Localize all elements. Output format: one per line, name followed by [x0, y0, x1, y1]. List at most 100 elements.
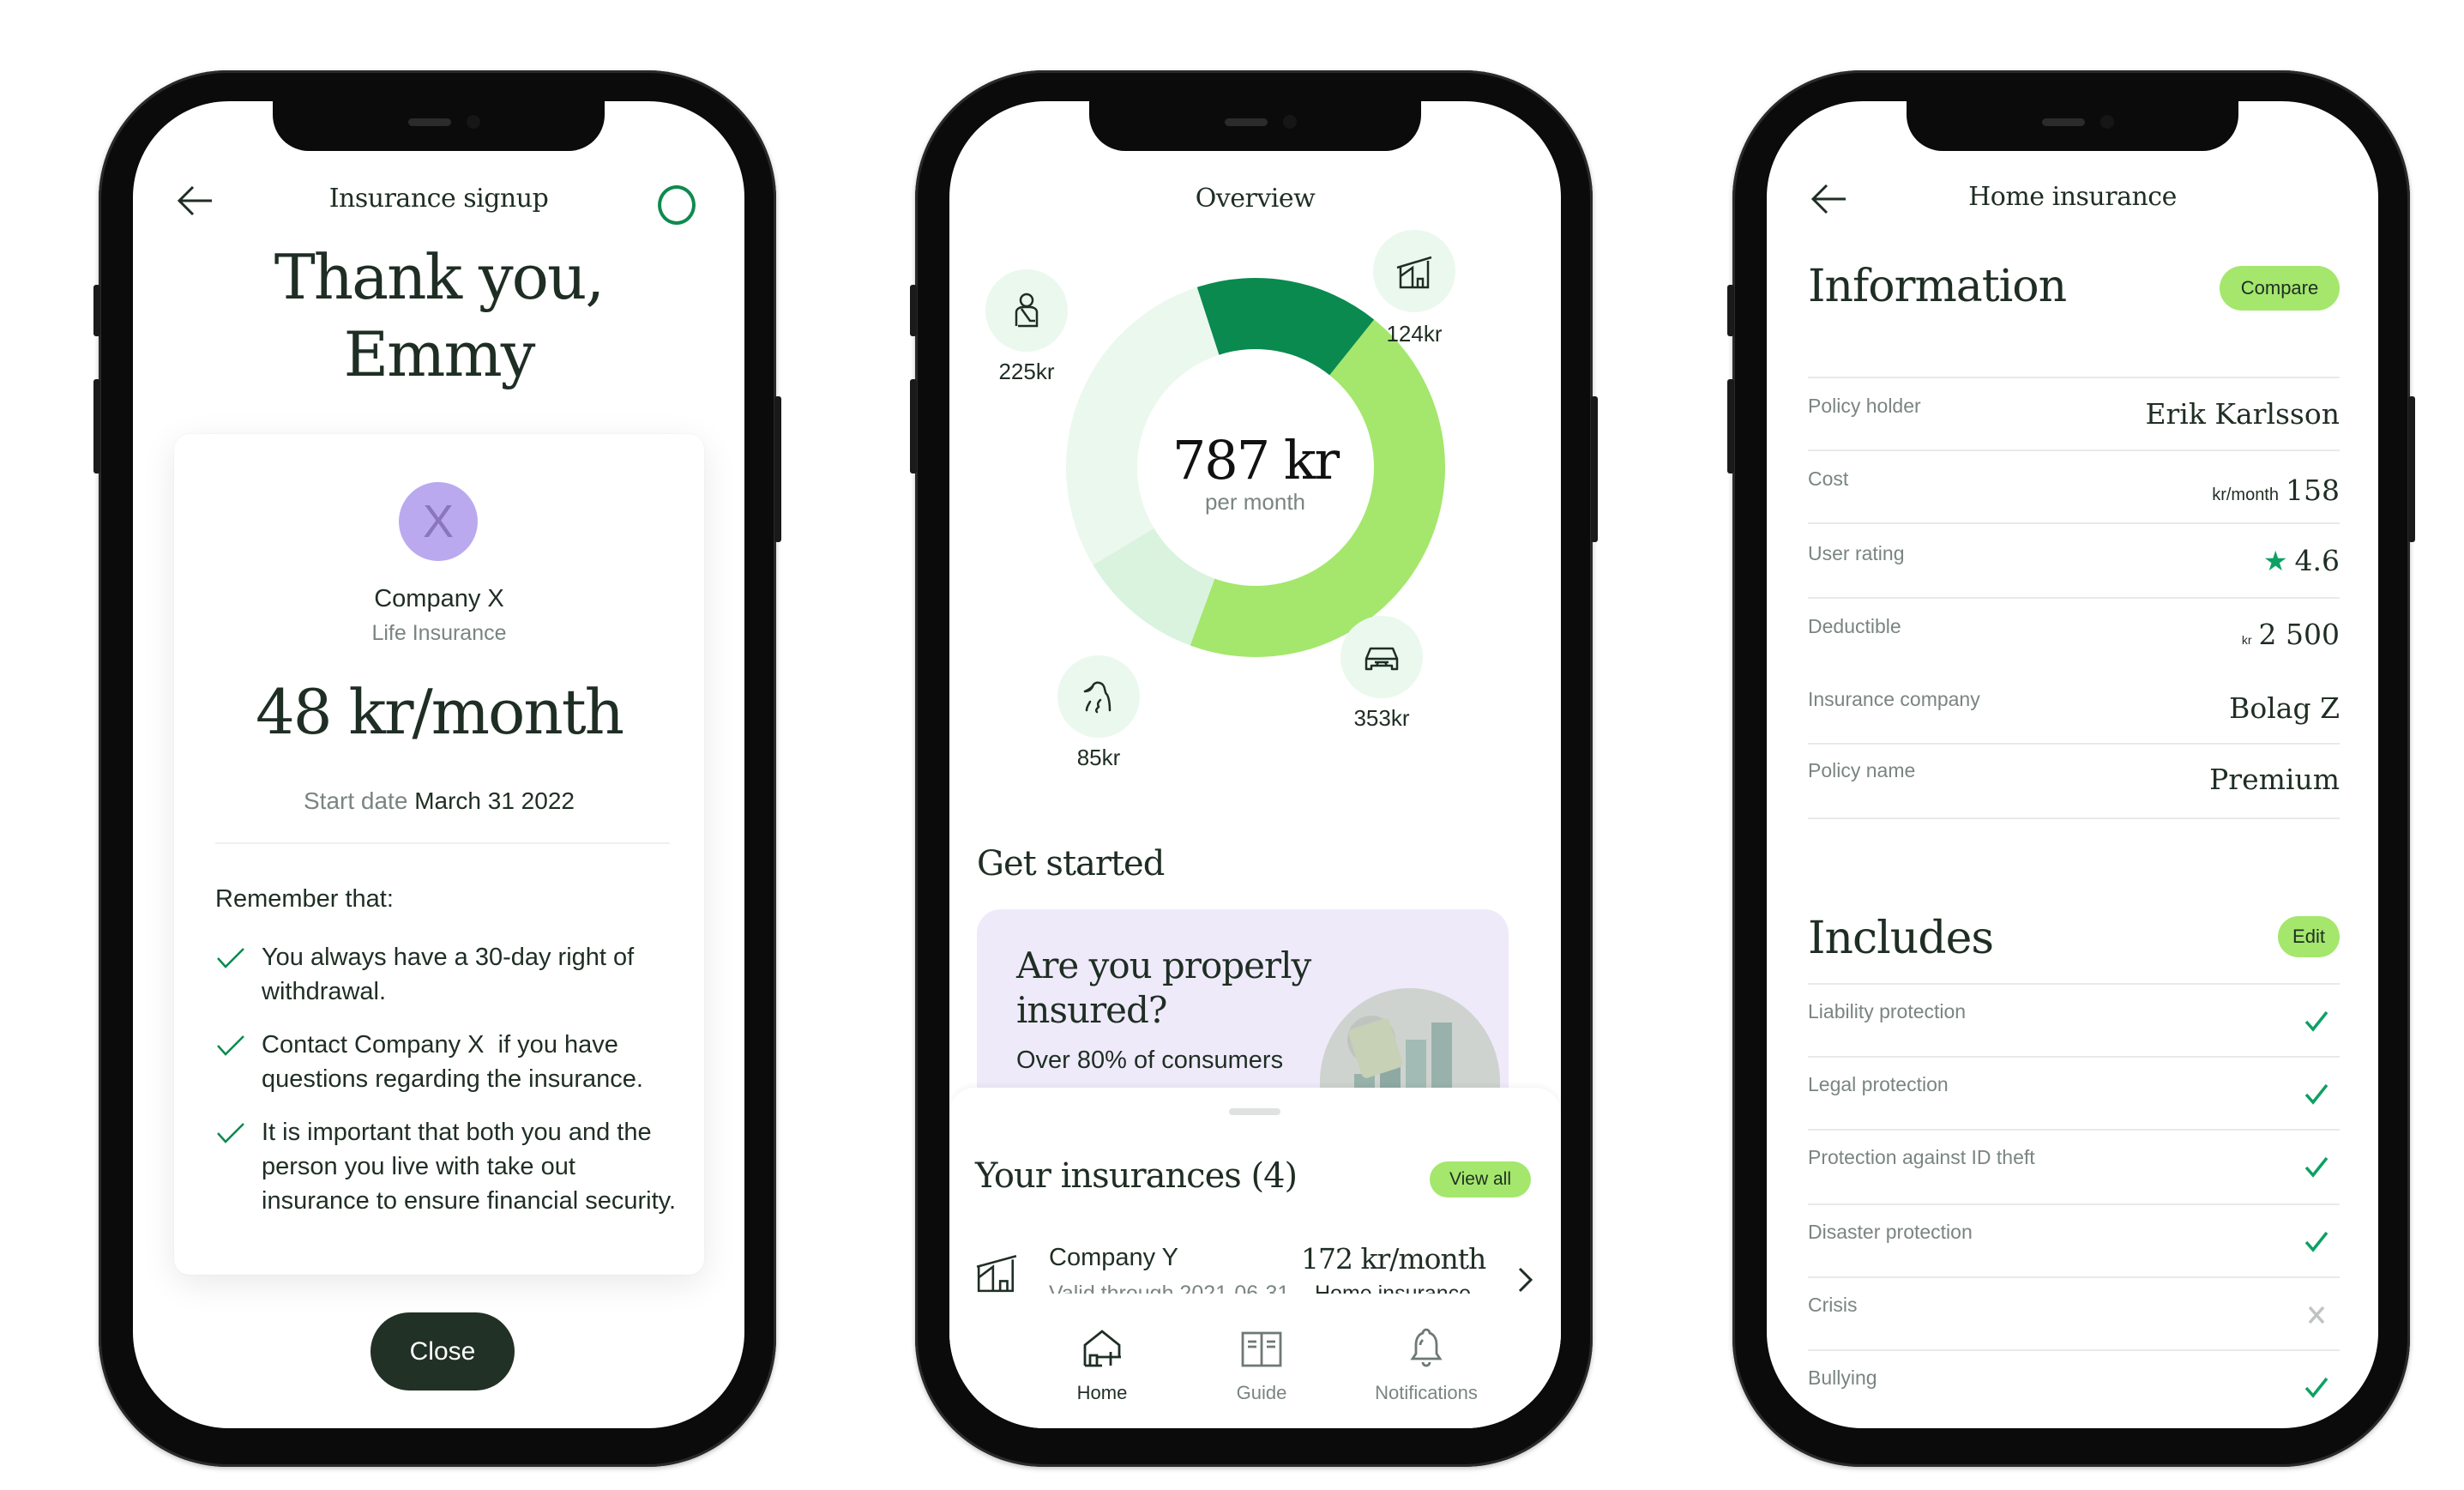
- include-item-label: Liability protection: [1808, 1000, 1967, 1022]
- insurance-company: Company Y: [1049, 1244, 1178, 1271]
- reminder-item: Contact Company X if you have questions …: [215, 1028, 678, 1096]
- divider: [1808, 1056, 2340, 1058]
- power-button: [2408, 396, 2415, 542]
- start-date-value: March 31 2022: [414, 787, 575, 814]
- tab-guide[interactable]: Guide: [1193, 1326, 1330, 1404]
- mute-switch: [910, 285, 917, 336]
- monthly-price: 48 kr/month: [255, 676, 624, 748]
- confirmation-card: X Company X Life Insurance 48 kr/month S…: [174, 434, 704, 1275]
- dog-icon: [1083, 681, 1112, 714]
- compare-button[interactable]: Compare: [2220, 266, 2340, 311]
- include-item-label: Protection against ID theft: [1808, 1146, 2035, 1168]
- home-icon: [1083, 1330, 1121, 1367]
- cross-icon: [2308, 1306, 2325, 1324]
- phone-overview: Overview 787 kr per month 124kr 353kr 85…: [910, 70, 1598, 1467]
- injured-person-icon: [1015, 293, 1039, 328]
- tab-bar: Home Guide Notifications: [949, 1294, 1561, 1428]
- include-item-label: Legal protection: [1808, 1073, 1949, 1095]
- insurances-heading: Your insurances (4): [975, 1156, 1298, 1196]
- house-icon: [1396, 256, 1432, 289]
- divider: [1808, 377, 2340, 378]
- include-item-label: Crisis: [1808, 1294, 1858, 1316]
- edit-button[interactable]: Edit: [2278, 916, 2340, 957]
- divider: [1808, 1276, 2340, 1278]
- chip-home[interactable]: [1373, 230, 1455, 312]
- check-icon: [2304, 1156, 2328, 1178]
- row-label: User rating: [1808, 542, 1905, 564]
- greeting-line-1: Thank you,: [274, 241, 605, 313]
- donut-segment-accident[interactable]: [1066, 287, 1220, 565]
- check-icon: [2304, 1083, 2328, 1105]
- mute-switch: [1727, 285, 1734, 336]
- divider: [1808, 597, 2340, 599]
- view-all-button[interactable]: View all: [1430, 1161, 1531, 1197]
- chip-label-accident: 225kr: [998, 359, 1055, 384]
- divider: [215, 842, 670, 844]
- greeting: Thank you, Emmy: [133, 238, 744, 393]
- power-button: [1591, 396, 1598, 542]
- divider: [1808, 817, 2340, 819]
- volume-up-button: [93, 379, 100, 474]
- bell-icon: [1410, 1328, 1443, 1367]
- chip-accident[interactable]: [985, 269, 1068, 352]
- check-icon: [217, 1035, 244, 1056]
- promo-title: Are you properly insured?: [1016, 944, 1311, 1031]
- check-icon: [2304, 1377, 2328, 1398]
- row-label: Policy name: [1808, 759, 1916, 781]
- check-icon: [217, 948, 244, 968]
- check-icon: [2304, 1231, 2328, 1252]
- company-avatar: X: [399, 482, 478, 561]
- company-value: Bolag Z: [2229, 691, 2340, 725]
- volume-up-button: [1727, 379, 1734, 474]
- check-icon: [2304, 1010, 2328, 1032]
- phone-signup: Insurance signup Thank you, Emmy X Compa…: [93, 70, 781, 1467]
- include-item-label: Disaster protection: [1808, 1221, 1973, 1243]
- notch: [1907, 101, 2238, 151]
- reminder-list: You always have a 30-day right of withdr…: [215, 940, 678, 1237]
- divider: [1808, 1349, 2340, 1351]
- power-button: [774, 396, 781, 542]
- reminder-item: It is important that both you and the pe…: [215, 1115, 678, 1218]
- greeting-line-2: Emmy: [343, 318, 536, 390]
- signup-screen: Insurance signup Thank you, Emmy X Compa…: [133, 101, 744, 1428]
- chip-car[interactable]: [1340, 616, 1423, 698]
- start-date: Start date March 31 2022: [174, 787, 704, 815]
- book-icon: [1241, 1331, 1282, 1367]
- tab-notifications[interactable]: Notifications: [1358, 1326, 1495, 1404]
- tab-home[interactable]: Home: [1033, 1326, 1171, 1404]
- star-icon: ★: [2262, 545, 2288, 577]
- mute-switch: [93, 285, 100, 336]
- chip-label-home: 124kr: [1386, 321, 1443, 347]
- chip-label-car: 353kr: [1353, 705, 1410, 731]
- insurance-type: Life Insurance: [371, 621, 507, 645]
- progress-ring-icon: [658, 185, 696, 225]
- total-sub: per month: [1204, 489, 1306, 515]
- car-icon: [1365, 647, 1399, 671]
- row-label: Policy holder: [1808, 395, 1921, 417]
- remember-heading: Remember that:: [215, 885, 394, 913]
- include-item-label: Bullying: [1808, 1366, 1877, 1389]
- divider: [1808, 1203, 2340, 1205]
- header-title: Home insurance: [1968, 182, 2177, 212]
- header-title: Insurance signup: [328, 184, 549, 214]
- get-started-heading: Get started: [977, 844, 1165, 884]
- rating-value: ★ 4.6: [2262, 544, 2340, 577]
- includes-heading: Includes: [1808, 913, 1994, 964]
- notch: [1089, 101, 1421, 151]
- notch: [273, 101, 605, 151]
- divider: [1808, 449, 2340, 451]
- house-icon: [976, 1254, 1017, 1293]
- chip-label-pet: 85kr: [1076, 745, 1121, 770]
- deductible-value: kr 2 500: [2241, 618, 2340, 651]
- volume-up-button: [910, 379, 917, 474]
- drag-handle[interactable]: [1229, 1108, 1280, 1115]
- chip-pet[interactable]: [1057, 655, 1140, 738]
- cost-value: kr/month 158: [2212, 474, 2340, 507]
- check-icon: [217, 1123, 244, 1143]
- row-label: Deductible: [1808, 615, 1901, 637]
- policy-name-value: Premium: [2209, 763, 2340, 796]
- phone-home-insurance: Home insurance Information Compare Polic…: [1727, 70, 2415, 1467]
- policy-holder-value: Erik Karlsson: [2145, 397, 2340, 431]
- information-heading: Information: [1808, 261, 2067, 312]
- close-button[interactable]: Close: [371, 1312, 515, 1390]
